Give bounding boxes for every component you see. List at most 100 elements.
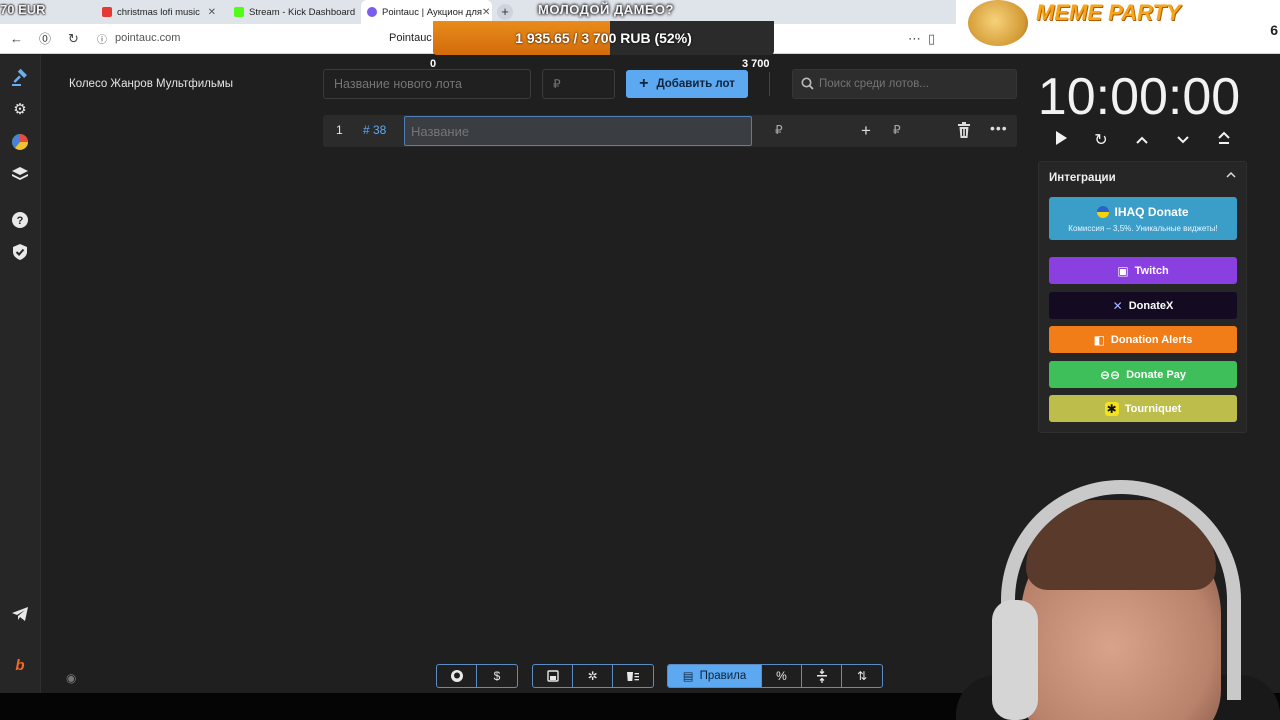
- donation-goal-bar: 1 935.65 / 3 700 RUB (52%): [433, 21, 774, 55]
- tourniquet-button[interactable]: ✱ Tourniquet: [1049, 395, 1237, 422]
- new-tab-button[interactable]: +: [497, 4, 513, 20]
- boosty-icon[interactable]: b: [11, 657, 29, 675]
- percent-icon[interactable]: %: [762, 665, 802, 687]
- page-title: Pointauc |: [389, 32, 438, 44]
- donation-alerts-label: Donation Alerts: [1110, 333, 1193, 346]
- add-lot-label: Добавить лот: [656, 78, 735, 90]
- bookmark-icon[interactable]: ▯: [928, 31, 935, 47]
- close-tab-icon[interactable]: ✕: [482, 7, 490, 18]
- integrations-panel: Интеграции IHAQ Donate Комиссия – 3,5%. …: [1038, 161, 1247, 433]
- toolbar-group-links: $: [436, 664, 518, 688]
- bug-icon[interactable]: ✲: [573, 665, 613, 687]
- new-lot-name-input[interactable]: [323, 69, 531, 99]
- clear-lots-icon[interactable]: [613, 665, 653, 687]
- youtube-icon: [102, 7, 112, 17]
- ihaq-label: IHAQ Donate: [1114, 205, 1189, 219]
- reset-icon[interactable]: ↻: [1090, 130, 1112, 152]
- back-icon[interactable]: ←: [10, 31, 23, 47]
- yandex-icon[interactable]: ⓪: [39, 31, 51, 47]
- tab-label: Stream - Kick Dashboard: [249, 6, 356, 18]
- chevron-up-icon[interactable]: [1226, 170, 1236, 182]
- donatex-label: DonateX: [1128, 299, 1174, 312]
- toolbar-group-view: ▤ Правила % ⇅: [667, 664, 883, 688]
- ihaq-logo-icon: [1097, 206, 1110, 218]
- twitch-label: Twitch: [1134, 264, 1169, 277]
- help-icon[interactable]: ?: [11, 211, 29, 229]
- increase-time-icon[interactable]: [1131, 130, 1153, 152]
- rules-label: Правила: [699, 670, 747, 682]
- twitch-icon: ▣: [1117, 263, 1129, 278]
- pointauc-icon: [367, 7, 377, 17]
- lot-amount[interactable]: ₽: [775, 123, 783, 137]
- trash-icon[interactable]: [957, 121, 971, 139]
- telegram-icon[interactable]: [11, 605, 29, 623]
- x-icon: ✕: [1112, 298, 1123, 313]
- sort-icon[interactable]: ⇅: [842, 665, 882, 687]
- twitch-button[interactable]: ▣ Twitch: [1049, 257, 1237, 284]
- plus-icon: +: [639, 75, 649, 92]
- gear-icon[interactable]: ⚙: [11, 101, 29, 119]
- toolbar-group-actions: ✲: [532, 664, 654, 688]
- lot-id[interactable]: # 38: [363, 123, 386, 137]
- goal-max-label: 3 700: [742, 58, 770, 70]
- more-options-icon[interactable]: •••: [990, 120, 1008, 136]
- search-icon: [801, 77, 814, 93]
- save-icon[interactable]: [533, 665, 573, 687]
- shield-icon[interactable]: [11, 243, 29, 261]
- wheel-icon[interactable]: [11, 133, 29, 151]
- webcam-overlay: [896, 460, 1280, 720]
- wheel-title: Колесо Жанров Мультфильмы: [69, 78, 234, 90]
- lot-add-amount-field[interactable]: ₽: [893, 123, 901, 137]
- lot-index: 1: [336, 123, 343, 137]
- donatepay-icon: ⊖⊖: [1099, 367, 1121, 382]
- site-info-icon[interactable]: ⓘ: [97, 33, 107, 49]
- add-amount-button[interactable]: +: [861, 121, 871, 141]
- donate-pay-button[interactable]: ⊖⊖ Donate Pay: [1049, 361, 1237, 388]
- github-icon[interactable]: [437, 665, 477, 687]
- tab-lofi[interactable]: christmas lofi music ✕: [96, 0, 224, 24]
- rules-icon: ▤: [682, 671, 694, 683]
- play-icon[interactable]: [1050, 130, 1072, 152]
- reload-icon[interactable]: ↻: [68, 31, 79, 47]
- ihaq-donate-button[interactable]: IHAQ Donate Комиссия – 3,5%. Уникальные …: [1049, 197, 1237, 240]
- donation-alerts-button[interactable]: ◧ Donation Alerts: [1049, 326, 1237, 353]
- kick-icon: [234, 7, 244, 17]
- rules-button[interactable]: ▤ Правила: [668, 665, 762, 687]
- new-lot-amount-input[interactable]: [542, 69, 615, 99]
- search-input[interactable]: [819, 70, 1009, 98]
- add-lot-button[interactable]: + Добавить лот: [626, 70, 748, 98]
- double-time-icon[interactable]: [1213, 130, 1235, 152]
- donatex-button[interactable]: ✕ DonateX: [1049, 292, 1237, 319]
- ihaq-subtitle: Комиссия – 3,5%. Уникальные виджеты!: [1068, 224, 1218, 233]
- close-tab-icon[interactable]: ✕: [208, 7, 216, 18]
- compact-icon[interactable]: [802, 665, 842, 687]
- lot-row: 1 # 38 ₽ + ₽ •••: [323, 115, 1017, 147]
- divider: [769, 72, 770, 96]
- lot-search[interactable]: [792, 69, 1017, 99]
- svg-text:?: ?: [17, 215, 24, 227]
- integrations-title: Интеграции: [1049, 172, 1116, 184]
- meme-title: MEME PARTY: [1036, 0, 1181, 25]
- layers-icon[interactable]: [11, 165, 29, 183]
- donationalerts-icon: ◧: [1093, 332, 1105, 347]
- tab-kick[interactable]: Stream - Kick Dashboard: [228, 0, 358, 24]
- timer-display: 10:00:00: [1037, 68, 1241, 126]
- dollar-icon[interactable]: $: [477, 665, 517, 687]
- headphones-earcup: [992, 600, 1038, 720]
- sidebar: ⚙ ? b: [0, 55, 41, 693]
- donate-pay-label: Donate Pay: [1126, 368, 1187, 381]
- tourniquet-icon: ✱: [1104, 401, 1119, 416]
- tab-label: christmas lofi music: [117, 6, 200, 18]
- lot-name-input[interactable]: [404, 116, 752, 146]
- meme-party-overlay: MEME PARTY 6: [956, 0, 1280, 48]
- decrease-time-icon[interactable]: [1172, 130, 1194, 152]
- tab-label: Pointauc | Аукцион для: [382, 6, 483, 18]
- balance-overlay: 70 EUR: [0, 2, 46, 17]
- goal-text: 1 935.65 / 3 700 RUB (52%): [515, 30, 692, 46]
- tourniquet-label: Tourniquet: [1124, 402, 1182, 415]
- eye-icon[interactable]: ◉: [66, 671, 76, 685]
- url-text[interactable]: pointauc.com: [115, 32, 180, 44]
- meme-number: 6: [1270, 22, 1278, 38]
- menu-dots-icon[interactable]: ⋯: [908, 31, 921, 47]
- auction-gavel-icon[interactable]: [11, 68, 29, 87]
